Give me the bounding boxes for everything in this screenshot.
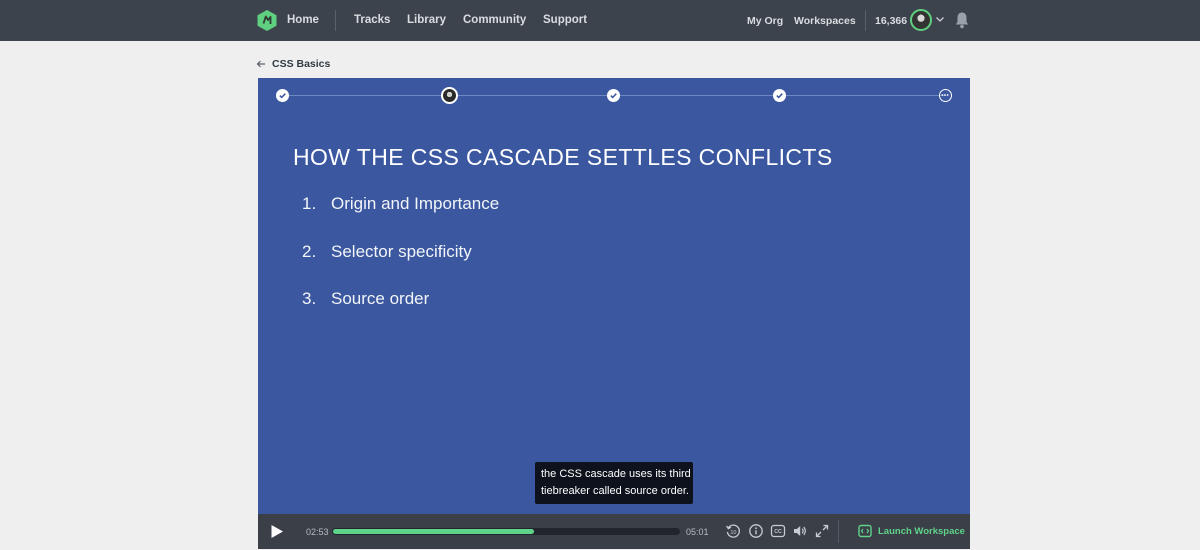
svg-text:10: 10 (730, 530, 736, 536)
nav-support[interactable]: Support (543, 14, 587, 26)
arrow-left-icon[interactable] (256, 58, 266, 70)
fullscreen-icon[interactable] (814, 523, 830, 539)
step-current-avatar[interactable] (441, 87, 458, 104)
nav-library[interactable]: Library (407, 14, 446, 26)
list-text: Source order (331, 289, 430, 308)
points-count: 16,366 (875, 15, 908, 27)
svg-text:CC: CC (774, 529, 782, 535)
list-text: Origin and Importance (331, 194, 500, 213)
nav-tracks[interactable]: Tracks (354, 14, 390, 26)
check-icon (610, 93, 617, 99)
step-completed-3[interactable] (607, 89, 620, 102)
step-completed-4[interactable] (773, 89, 786, 102)
info-icon[interactable] (748, 523, 764, 539)
duration: 05:01 (686, 527, 709, 537)
nav-my-org[interactable]: My Org (747, 15, 783, 27)
list-number: 2. (302, 241, 317, 261)
nav-divider (865, 10, 866, 31)
nav-workspaces[interactable]: Workspaces (794, 15, 856, 27)
check-icon (776, 93, 783, 99)
user-avatar[interactable] (910, 9, 932, 31)
slide-list: 1. Origin and Importance 2. Selector speci… (302, 194, 499, 337)
rewind-10-icon[interactable]: 10 (725, 523, 741, 539)
controls-divider (838, 520, 839, 543)
slide-list-item: 3. Source order (302, 289, 499, 337)
bell-icon[interactable] (954, 11, 970, 29)
volume-icon[interactable] (792, 523, 808, 539)
closed-captions-icon[interactable]: CC (770, 523, 786, 539)
current-time: 02:53 (306, 527, 329, 537)
step-more[interactable] (939, 89, 952, 102)
slide-list-item: 1. Origin and Importance (302, 194, 499, 242)
top-navigation: Home Tracks Library Community Support My… (0, 0, 1200, 41)
seek-bar[interactable] (332, 528, 680, 535)
slide-title: HOW THE CSS CASCADE SETTLES CONFLICTS (293, 144, 833, 170)
video-player[interactable]: HOW THE CSS CASCADE SETTLES CONFLICTS 1.… (258, 78, 970, 549)
caption-line: the CSS cascade uses its third (541, 468, 691, 480)
treehouse-logo-icon[interactable] (257, 10, 277, 31)
launch-workspace-button[interactable]: Launch Workspace (878, 526, 965, 537)
list-number: 3. (302, 289, 317, 308)
seek-bar-progress (333, 529, 534, 534)
more-icon (941, 94, 949, 96)
player-controls: 02:53 05:01 10 CC Launch Workspace (258, 514, 970, 549)
breadcrumb[interactable]: CSS Basics (272, 58, 330, 70)
nav-divider (335, 10, 336, 31)
nav-community[interactable]: Community (463, 14, 526, 26)
check-icon (279, 93, 286, 99)
play-icon[interactable] (270, 524, 284, 539)
nav-home[interactable]: Home (287, 14, 319, 26)
chevron-down-icon[interactable] (935, 13, 945, 25)
slide-list-item: 2. Selector specificity (302, 242, 499, 290)
closed-caption: the CSS cascade uses its third tiebreake… (535, 462, 693, 504)
list-number: 1. (302, 194, 317, 213)
workspace-icon[interactable] (858, 524, 872, 538)
list-text: Selector specificity (331, 241, 472, 261)
step-completed-1[interactable] (276, 89, 289, 102)
caption-line: tiebreaker called source order. (541, 485, 689, 497)
